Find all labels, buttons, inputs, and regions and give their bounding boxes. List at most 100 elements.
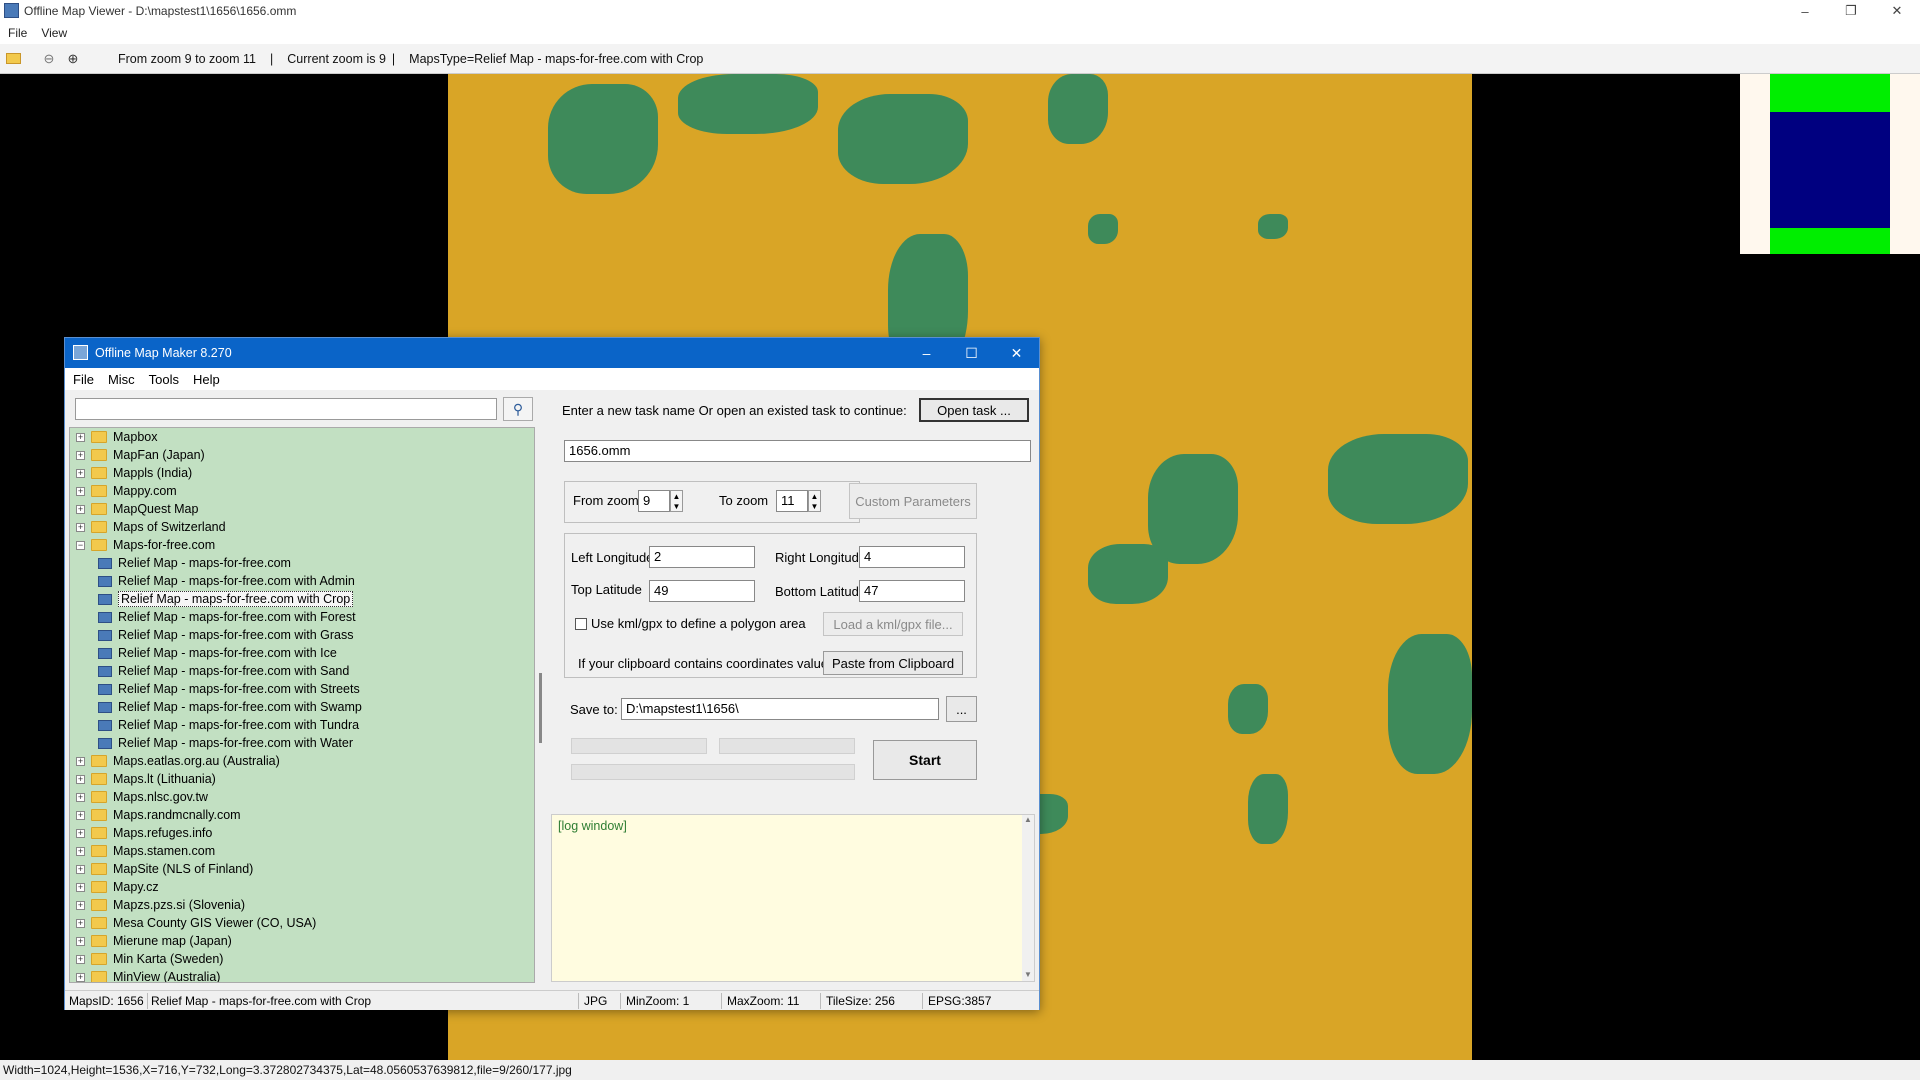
bottom-latitude-field[interactable]: 47 xyxy=(859,580,965,602)
tree-folder-item[interactable]: + Mesa County GIS Viewer (CO, USA) xyxy=(70,914,316,932)
right-longitude-field[interactable]: 4 xyxy=(859,546,965,568)
expand-icon[interactable]: + xyxy=(76,756,85,766)
expand-icon[interactable]: + xyxy=(76,936,85,946)
search-button[interactable]: ⚲ xyxy=(503,397,533,421)
map-icon xyxy=(98,575,112,587)
tree-folder-item[interactable]: + Mapzs.pzs.si (Slovenia) xyxy=(70,896,245,914)
menu-file[interactable]: File xyxy=(73,372,94,387)
tree-folder-item[interactable]: + Maps.randmcnally.com xyxy=(70,806,241,824)
tree-folder-item[interactable]: + Mappy.com xyxy=(70,482,177,500)
menu-help[interactable]: Help xyxy=(193,372,220,387)
paste-from-clipboard-button[interactable]: Paste from Clipboard xyxy=(823,651,963,675)
tree-scrollbar-thumb[interactable] xyxy=(539,673,542,743)
browse-button[interactable]: ... xyxy=(946,696,977,722)
to-zoom-label: To zoom xyxy=(719,493,769,508)
expand-icon[interactable]: + xyxy=(76,846,85,856)
zoom-in-icon[interactable]: ⊕ xyxy=(62,48,84,70)
tree-map-item[interactable]: Relief Map - maps-for-free.com with Swam… xyxy=(70,698,362,716)
tree-folder-item[interactable]: + MapFan (Japan) xyxy=(70,446,205,464)
expand-icon[interactable]: + xyxy=(76,432,85,442)
tree-folder-item[interactable]: + MapQuest Map xyxy=(70,500,198,518)
tree-folder-item[interactable]: + Maps.stamen.com xyxy=(70,842,215,860)
from-zoom-stepper[interactable]: ▲ ▼ xyxy=(670,490,683,512)
tree-map-item[interactable]: Relief Map - maps-for-free.com xyxy=(70,554,291,572)
tree-folder-item[interactable]: + Mappls (India) xyxy=(70,464,192,482)
tree-folder-item[interactable]: + MapSite (NLS of Finland) xyxy=(70,860,253,878)
expand-icon[interactable]: + xyxy=(76,504,85,514)
expand-icon[interactable]: + xyxy=(76,792,85,802)
expand-icon[interactable]: + xyxy=(76,774,85,784)
log-scrollbar[interactable]: ▲ ▼ xyxy=(1022,815,1034,981)
zoom-out-icon[interactable]: ⊖ xyxy=(38,48,60,70)
menu-misc[interactable]: Misc xyxy=(108,372,135,387)
collapse-icon[interactable]: − xyxy=(76,540,85,550)
tree-map-item[interactable]: Relief Map - maps-for-free.com with Admi… xyxy=(70,572,355,590)
tree-map-item[interactable]: Relief Map - maps-for-free.com with Stre… xyxy=(70,680,360,698)
maximize-icon[interactable]: ☐ xyxy=(949,338,994,368)
tree-map-item[interactable]: Relief Map - maps-for-free.com with Crop xyxy=(70,590,354,608)
tree-folder-item[interactable]: + Mapy.cz xyxy=(70,878,159,896)
menu-file[interactable]: File xyxy=(8,26,27,40)
expand-icon[interactable]: + xyxy=(76,828,85,838)
expand-icon[interactable]: + xyxy=(76,900,85,910)
tree-map-item[interactable]: Relief Map - maps-for-free.com with Tund… xyxy=(70,716,359,734)
top-latitude-field[interactable]: 49 xyxy=(649,580,755,602)
expand-icon[interactable]: + xyxy=(76,450,85,460)
expand-icon[interactable]: + xyxy=(76,954,85,964)
tree-folder-item[interactable]: + MinView (Australia) xyxy=(70,968,220,982)
minimize-icon[interactable]: – xyxy=(1782,0,1828,22)
left-longitude-field[interactable]: 2 xyxy=(649,546,755,568)
expand-icon[interactable]: + xyxy=(76,522,85,532)
expand-icon[interactable]: + xyxy=(76,882,85,892)
menu-tools[interactable]: Tools xyxy=(149,372,179,387)
tree-map-item[interactable]: Relief Map - maps-for-free.com with Gras… xyxy=(70,626,353,644)
tree-folder-item[interactable]: + Min Karta (Sweden) xyxy=(70,950,223,968)
expand-icon[interactable]: + xyxy=(76,918,85,928)
expand-icon[interactable]: + xyxy=(76,468,85,478)
tree-map-item[interactable]: Relief Map - maps-for-free.com with Ice xyxy=(70,644,337,662)
tree-folder-item[interactable]: − Maps-for-free.com xyxy=(70,536,215,554)
open-folder-icon[interactable] xyxy=(2,48,24,70)
minimize-icon[interactable]: – xyxy=(904,338,949,368)
search-input[interactable] xyxy=(75,398,497,420)
save-to-field[interactable]: D:\mapstest1\1656\ xyxy=(621,698,939,720)
mini-map[interactable] xyxy=(1740,74,1920,254)
from-zoom-field[interactable]: 9 xyxy=(638,490,670,512)
task-name-field[interactable]: 1656.omm xyxy=(564,440,1031,462)
load-kml-button[interactable]: Load a kml/gpx file... xyxy=(823,612,963,636)
tree-map-item[interactable]: Relief Map - maps-for-free.com with Wate… xyxy=(70,734,353,752)
folder-icon xyxy=(91,503,107,515)
log-window[interactable]: [log window] ▲ ▼ xyxy=(551,814,1035,982)
status-separator xyxy=(721,993,722,1009)
open-task-button[interactable]: Open task ... xyxy=(919,398,1029,422)
to-zoom-stepper[interactable]: ▲ ▼ xyxy=(808,490,821,512)
tree-folder-item[interactable]: + Maps of Switzerland xyxy=(70,518,226,536)
tree-folder-item[interactable]: + Mierune map (Japan) xyxy=(70,932,232,950)
map-source-tree[interactable]: + Mapbox + MapFan (Japan) + Mappls (India) + Ma… xyxy=(69,427,535,983)
expand-icon[interactable]: + xyxy=(76,972,85,982)
kml-checkbox-label[interactable]: Use kml/gpx to define a polygon area xyxy=(591,616,806,631)
kml-checkbox[interactable] xyxy=(575,618,587,630)
folder-icon xyxy=(91,971,107,982)
close-icon[interactable]: ✕ xyxy=(1874,0,1920,22)
to-zoom-field[interactable]: 11 xyxy=(776,490,808,512)
tree-folder-item[interactable]: + Maps.nlsc.gov.tw xyxy=(70,788,208,806)
menu-view[interactable]: View xyxy=(41,26,67,40)
maximize-icon[interactable]: ❐ xyxy=(1828,0,1874,22)
start-button[interactable]: Start xyxy=(873,740,977,780)
tree-folder-item[interactable]: + Maps.eatlas.org.au (Australia) xyxy=(70,752,280,770)
tree-folder-item[interactable]: + Maps.lt (Lithuania) xyxy=(70,770,216,788)
expand-icon[interactable]: + xyxy=(76,810,85,820)
tree-map-item[interactable]: Relief Map - maps-for-free.com with Sand xyxy=(70,662,349,680)
log-text: [log window] xyxy=(558,819,627,833)
folder-icon xyxy=(91,899,107,911)
dialog-title-bar[interactable]: Offline Map Maker 8.270 – ☐ ✕ xyxy=(65,338,1039,368)
close-icon[interactable]: ✕ xyxy=(994,338,1039,368)
tree-map-item[interactable]: Relief Map - maps-for-free.com with Fore… xyxy=(70,608,356,626)
custom-parameters-button[interactable]: Custom Parameters xyxy=(849,483,977,519)
expand-icon[interactable]: + xyxy=(76,864,85,874)
top-latitude-label: Top Latitude xyxy=(571,582,642,597)
expand-icon[interactable]: + xyxy=(76,486,85,496)
tree-folder-item[interactable]: + Mapbox xyxy=(70,428,157,446)
tree-folder-item[interactable]: + Maps.refuges.info xyxy=(70,824,212,842)
